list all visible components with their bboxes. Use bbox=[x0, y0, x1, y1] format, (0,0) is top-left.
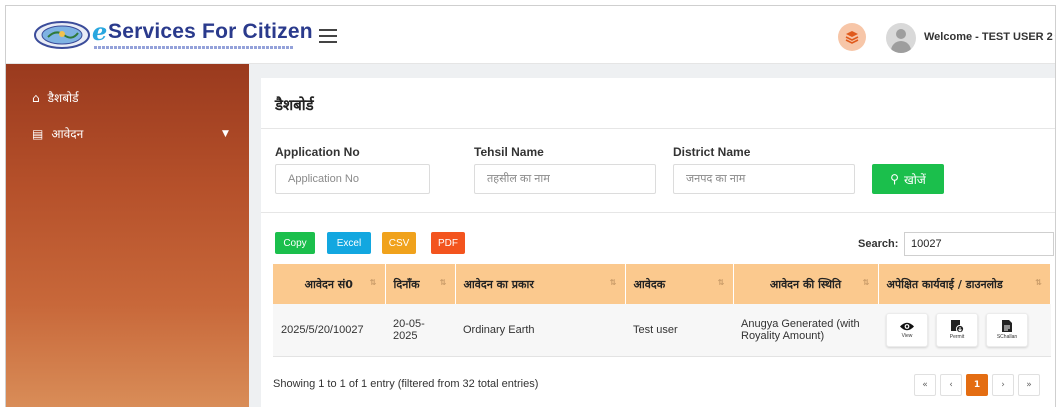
search-icon: ⚲ bbox=[890, 172, 899, 186]
pagination-page-1[interactable]: 1 bbox=[966, 374, 988, 396]
hamburger-icon[interactable] bbox=[319, 29, 337, 43]
district-name-label: District Name bbox=[673, 145, 751, 159]
permit-download-icon bbox=[951, 320, 964, 334]
cell-status: Anugya Generated (with Royality Amount) bbox=[733, 304, 878, 357]
application-no-label: Application No bbox=[275, 145, 360, 159]
cell-date: 20-05-2025 bbox=[385, 304, 455, 357]
view-label: View bbox=[901, 332, 913, 339]
sidebar-item-dashboard[interactable]: ⌂ डैशबोर्ड bbox=[32, 89, 79, 106]
main-content: डैशबोर्ड Application No Tehsil Name Dist… bbox=[249, 64, 1055, 407]
list-icon: ▤ bbox=[32, 126, 44, 141]
top-navbar: e Services For Citizen Welcome - TEST US… bbox=[6, 6, 1055, 64]
csv-button[interactable]: CSV bbox=[382, 232, 416, 254]
application-no-input[interactable] bbox=[275, 164, 430, 194]
applications-table: आवेदन सं0 ⇅ दिनाँक ⇅ आवेदन का प्रकार ⇅ आवेद… bbox=[273, 264, 1051, 357]
sort-icon: ⇅ bbox=[609, 278, 617, 287]
user-avatar-icon[interactable] bbox=[886, 23, 916, 53]
sidebar-item-application[interactable]: ▤ आवेदन bbox=[32, 125, 83, 142]
cell-actions: View Permit SChallan bbox=[878, 304, 1051, 357]
tehsil-name-label: Tehsil Name bbox=[474, 145, 544, 159]
district-name-input[interactable] bbox=[673, 164, 855, 194]
column-header-date[interactable]: दिनाँक ⇅ bbox=[385, 264, 456, 304]
layers-icon[interactable] bbox=[838, 23, 866, 51]
search-button-label: खोजें bbox=[903, 172, 926, 187]
document-icon bbox=[1002, 320, 1012, 333]
sidebar-item-label: आवेदन bbox=[51, 127, 84, 141]
divider bbox=[261, 128, 1055, 129]
column-header-actions[interactable]: अपेक्षित कार्यवाई / डाउनलोड ⇅ bbox=[878, 264, 1051, 304]
copy-button[interactable]: Copy bbox=[275, 232, 315, 254]
eye-icon bbox=[900, 322, 914, 330]
emblem-logo bbox=[34, 21, 90, 49]
user-menu-toggle[interactable]: Welcome - TEST USER 2 ▾ bbox=[924, 31, 1055, 43]
dashboard-panel: डैशबोर्ड Application No Tehsil Name Dist… bbox=[261, 78, 1055, 407]
table-info-text: Showing 1 to 1 of 1 entry (filtered from… bbox=[273, 378, 539, 390]
schallan-button[interactable]: SChallan bbox=[986, 312, 1028, 347]
brand-e-letter: e bbox=[92, 17, 108, 46]
pagination-first[interactable]: « bbox=[914, 374, 936, 396]
column-header-applicant[interactable]: आवेदक ⇅ bbox=[625, 264, 734, 304]
table-row: 2025/5/20/10027 20-05-2025 Ordinary Eart… bbox=[273, 304, 1051, 357]
view-button[interactable]: View bbox=[886, 312, 928, 347]
table-search-label: Search: bbox=[858, 238, 899, 250]
sort-icon: ⇅ bbox=[862, 278, 870, 287]
excel-button[interactable]: Excel bbox=[327, 232, 371, 254]
search-button[interactable]: ⚲ खोजें bbox=[872, 164, 944, 194]
pdf-button[interactable]: PDF bbox=[431, 232, 465, 254]
page-title: डैशबोर्ड bbox=[275, 96, 314, 114]
table-header-row: आवेदन सं0 ⇅ दिनाँक ⇅ आवेदन का प्रकार ⇅ आवेद… bbox=[273, 264, 1051, 304]
tehsil-name-input[interactable] bbox=[474, 164, 656, 194]
sort-icon: ⇅ bbox=[369, 278, 377, 287]
permit-button[interactable]: Permit bbox=[936, 312, 978, 347]
dropdown-caret-icon: ▾ bbox=[1053, 33, 1055, 42]
welcome-text: Welcome - TEST USER 2 bbox=[924, 31, 1053, 43]
table-search-input[interactable] bbox=[904, 232, 1054, 256]
sort-icon: ⇅ bbox=[1035, 278, 1042, 287]
schallan-label: SChallan bbox=[996, 334, 1018, 341]
column-header-type[interactable]: आवेदन का प्रकार ⇅ bbox=[455, 264, 626, 304]
brand-title: Services For Citizen bbox=[108, 20, 313, 43]
pagination-prev[interactable]: ‹ bbox=[940, 374, 962, 396]
chevron-down-icon[interactable]: ▼ bbox=[222, 129, 229, 139]
column-header-status[interactable]: आवेदन की स्थिति ⇅ bbox=[733, 264, 879, 304]
pagination-next[interactable]: › bbox=[992, 374, 1014, 396]
sort-icon: ⇅ bbox=[439, 278, 447, 287]
pagination: « ‹ 1 › » bbox=[914, 374, 1040, 396]
app-frame: e Services For Citizen Welcome - TEST US… bbox=[5, 5, 1056, 407]
cell-app-no: 2025/5/20/10027 bbox=[273, 304, 385, 357]
column-header-app-no[interactable]: आवेदन सं0 ⇅ bbox=[273, 264, 386, 304]
sort-icon: ⇅ bbox=[717, 278, 725, 287]
divider bbox=[261, 212, 1055, 213]
home-icon: ⌂ bbox=[32, 90, 40, 105]
brand-tagline-line bbox=[94, 46, 294, 49]
sidebar-item-label: डैशबोर्ड bbox=[47, 91, 79, 105]
pagination-last[interactable]: » bbox=[1018, 374, 1040, 396]
cell-type: Ordinary Earth bbox=[455, 304, 625, 357]
cell-applicant: Test user bbox=[625, 304, 733, 357]
permit-label: Permit bbox=[949, 334, 965, 341]
sidebar: ⌂ डैशबोर्ड ▤ आवेदन ▼ bbox=[6, 64, 249, 407]
